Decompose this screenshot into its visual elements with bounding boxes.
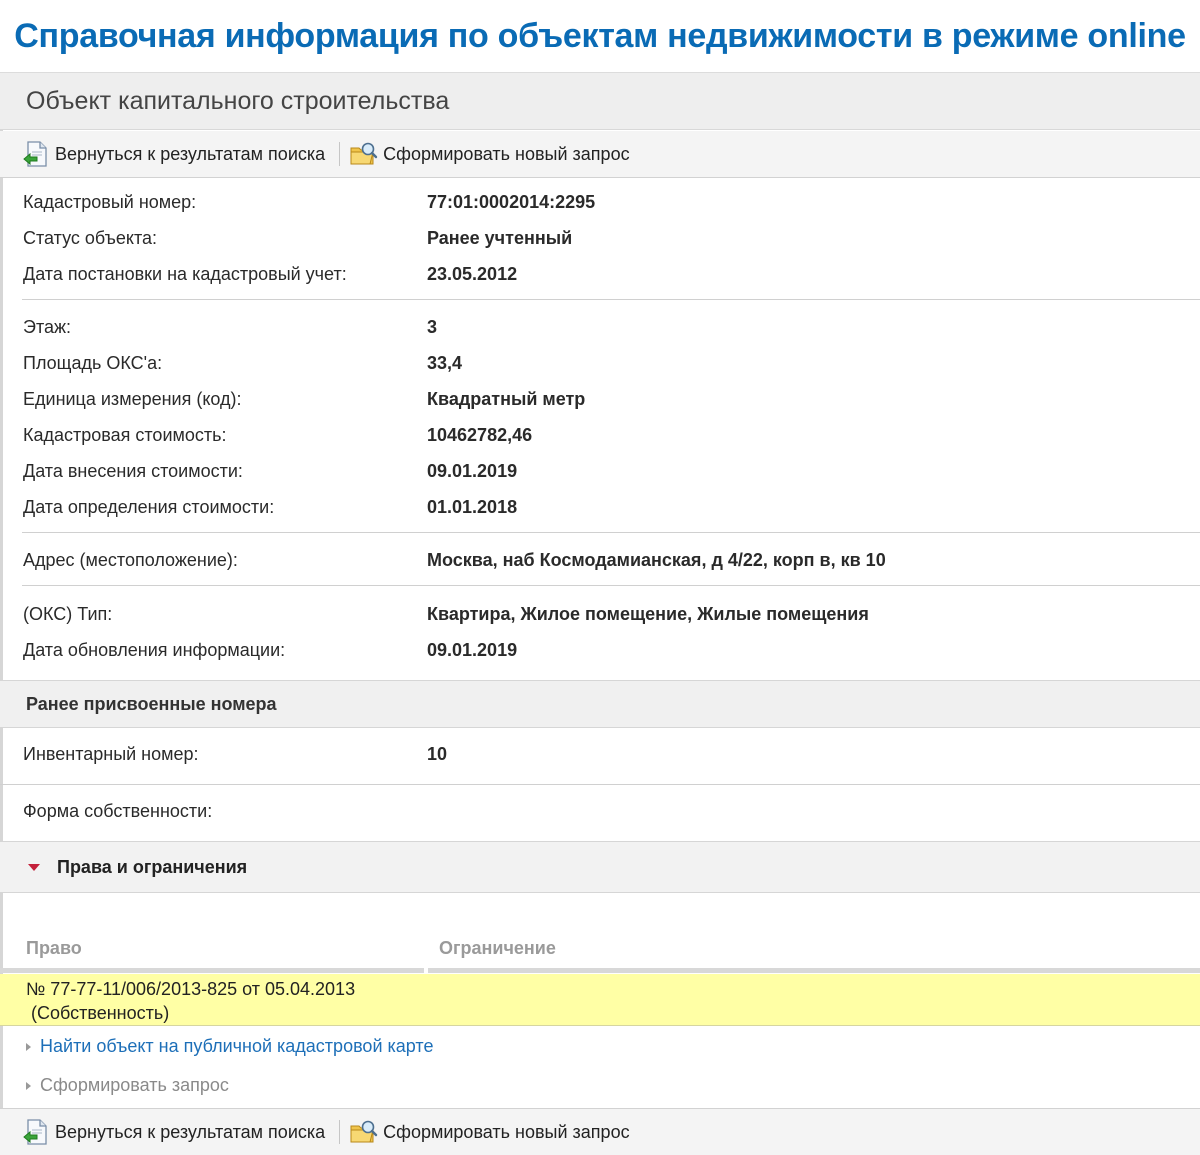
field-label: Инвентарный номер:: [23, 744, 199, 764]
info-row-unit: Единица измерения (код): Квадратный метр: [0, 382, 1200, 418]
collapse-triangle-icon: [28, 863, 40, 871]
field-value: 01.01.2018: [427, 497, 518, 517]
column-header-underline: [428, 968, 1200, 973]
field-label: Статус объекта:: [23, 228, 158, 248]
back-to-results-button[interactable]: Вернуться к результатам поиска: [22, 140, 325, 168]
info-row-inventory-number: Инвентарный номер: 10: [0, 737, 1200, 773]
column-header-restriction: Ограничение: [439, 938, 556, 958]
section-divider: [22, 299, 1200, 300]
field-value: 33,4: [427, 353, 463, 373]
section-divider: [22, 585, 1200, 586]
field-label: Дата внесения стоимости:: [23, 461, 243, 481]
back-to-results-label: Вернуться к результатам поиска: [55, 143, 326, 164]
info-row-cadastral-value: Кадастровая стоимость: 10462782,46: [0, 418, 1200, 454]
column-header-right: Право: [26, 938, 82, 958]
field-label: (ОКС) Тип:: [23, 604, 113, 624]
info-row-registration-date: Дата постановки на кадастровый учет: 23.…: [0, 257, 1200, 293]
field-label: Площадь ОКС'а:: [23, 353, 163, 373]
section-divider: [0, 784, 1200, 785]
folder-search-icon: [350, 1118, 378, 1146]
right-type: (Собственность): [31, 1003, 170, 1023]
new-request-label: Сформировать новый запрос: [383, 143, 630, 164]
folder-search-icon: [350, 140, 378, 168]
field-label: Адрес (местоположение):: [23, 550, 238, 570]
find-on-public-map-label: Найти объект на публичной кадастровой ка…: [40, 1036, 434, 1056]
field-value: 77:01:0002014:2295: [427, 192, 596, 212]
field-value: Квадратный метр: [427, 389, 586, 409]
field-value: 10: [427, 744, 448, 764]
back-document-icon: [22, 140, 50, 168]
page-title: Объект капитального строительства: [0, 72, 1200, 130]
info-row-cadastral-number: Кадастровый номер: 77:01:0002014:2295: [0, 185, 1200, 221]
make-request-label: Сформировать запрос: [40, 1075, 229, 1095]
field-label: Дата обновления информации:: [23, 640, 286, 660]
info-row-type: (ОКС) Тип: Квартира, Жилое помещение, Жи…: [0, 597, 1200, 633]
arrow-right-icon: [26, 1081, 31, 1090]
info-row-value-determination-date: Дата определения стоимости: 01.01.2018: [0, 490, 1200, 526]
info-row-ownership-form: Форма собственности:: [0, 794, 1200, 830]
new-request-button[interactable]: Сформировать новый запрос: [350, 140, 630, 168]
field-value: Москва, наб Космодамианская, д 4/22, кор…: [427, 550, 886, 570]
toolbar-top: Вернуться к результатам поиска Сформиров…: [0, 131, 1200, 178]
rights-section-title: Права и ограничения: [57, 856, 248, 877]
field-label: Дата постановки на кадастровый учет:: [23, 264, 347, 284]
column-header-underline: [0, 968, 424, 973]
rights-table-row: № 77-77-11/006/2013-825 от 05.04.2013 (С…: [0, 974, 1200, 1026]
right-registration-number: № 77-77-11/006/2013-825 от 05.04.2013: [26, 979, 356, 999]
find-on-public-map-link[interactable]: Найти объект на публичной кадастровой ка…: [26, 1036, 433, 1057]
field-label: Кадастровая стоимость:: [23, 425, 227, 445]
toolbar-divider: [339, 142, 341, 166]
new-request-label: Сформировать новый запрос: [383, 1121, 630, 1142]
site-banner-title: Справочная информация по объектам недвиж…: [14, 16, 1186, 55]
field-value: Квартира, Жилое помещение, Жилые помещен…: [427, 604, 869, 624]
toolbar-divider: [339, 1120, 341, 1144]
toolbar-bottom: Вернуться к результатам поиска Сформиров…: [0, 1108, 1200, 1155]
section-divider: [22, 532, 1200, 533]
field-value: 23.05.2012: [427, 264, 518, 284]
field-value: 09.01.2019: [427, 461, 518, 481]
info-row-status: Статус объекта: Ранее учтенный: [0, 221, 1200, 257]
info-row-area: Площадь ОКС'а: 33,4: [0, 346, 1200, 382]
field-label: Дата определения стоимости:: [23, 497, 275, 517]
field-value: Ранее учтенный: [427, 228, 573, 248]
make-request-link[interactable]: Сформировать запрос: [26, 1075, 229, 1096]
field-value: 09.01.2019: [427, 640, 518, 660]
back-to-results-label: Вернуться к результатам поиска: [55, 1121, 326, 1142]
rights-section-toggle[interactable]: Права и ограничения: [0, 841, 1200, 893]
arrow-right-icon: [26, 1042, 31, 1051]
info-row-update-date: Дата обновления информации: 09.01.2019: [0, 633, 1200, 669]
field-label: Кадастровый номер:: [23, 192, 197, 212]
info-row-address: Адрес (местоположение): Москва, наб Косм…: [0, 543, 1200, 579]
previous-numbers-heading: Ранее присвоенные номера: [0, 680, 1200, 728]
info-row-floor: Этаж: 3: [0, 310, 1200, 346]
info-row-value-entry-date: Дата внесения стоимости: 09.01.2019: [0, 454, 1200, 490]
field-label: Этаж:: [23, 317, 72, 337]
field-value: 3: [427, 317, 438, 337]
new-request-button[interactable]: Сформировать новый запрос: [350, 1118, 630, 1146]
back-to-results-button[interactable]: Вернуться к результатам поиска: [22, 1118, 325, 1146]
field-label: Форма собственности:: [23, 801, 213, 821]
back-document-icon: [22, 1118, 50, 1146]
field-value: 10462782,46: [427, 425, 533, 445]
field-label: Единица измерения (код):: [23, 389, 242, 409]
